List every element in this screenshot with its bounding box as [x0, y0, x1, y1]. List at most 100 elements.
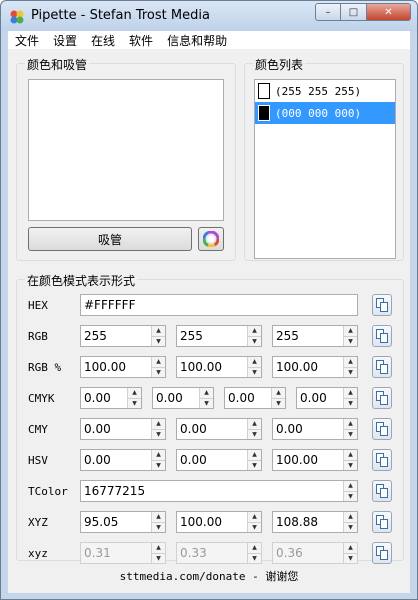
- xyz-small-x-value: 0.31: [84, 546, 111, 560]
- hsv-label: HSV: [28, 454, 48, 467]
- spin-buttons[interactable]: ▲ ▼: [151, 450, 165, 470]
- menu-help[interactable]: 信息和帮助: [160, 32, 234, 49]
- hsv-s-field[interactable]: 0.00 ▲ ▼: [176, 449, 262, 471]
- cmyk-y-value: 0.00: [228, 391, 255, 405]
- rgb-label: RGB: [28, 330, 48, 343]
- tcolor-field[interactable]: 16777215 ▲ ▼: [80, 480, 358, 502]
- cmyk-y-field[interactable]: 0.00 ▲ ▼: [224, 387, 286, 409]
- copy-rgb-pct-button[interactable]: [372, 356, 392, 378]
- rgb-pct-r-field[interactable]: 100.00 ▲ ▼: [80, 356, 166, 378]
- hsv-v-value: 100.00: [276, 453, 318, 467]
- spin-buttons[interactable]: ▲ ▼: [343, 357, 357, 377]
- copy-cmyk-button[interactable]: [372, 387, 392, 409]
- formats-group-title: 在颜色模式表示形式: [25, 272, 138, 289]
- spin-buttons[interactable]: ▲ ▼: [343, 419, 357, 439]
- donate-link[interactable]: sttmedia.com/donate - 谢谢您: [8, 568, 410, 584]
- spin-buttons[interactable]: ▲ ▼: [151, 326, 165, 346]
- pipette-button[interactable]: 吸管: [28, 227, 192, 251]
- main-panel: 颜色和吸管 吸管 颜色列表 (255 255 255) (000 000 000…: [8, 49, 410, 593]
- spin-buttons[interactable]: ▲ ▼: [247, 357, 261, 377]
- cmy-y-value: 0.00: [276, 422, 303, 436]
- spin-buttons[interactable]: ▲ ▼: [247, 512, 261, 532]
- spin-buttons[interactable]: ▲ ▼: [151, 419, 165, 439]
- menu-online[interactable]: 在线: [84, 32, 122, 49]
- spin-buttons[interactable]: ▲ ▼: [151, 512, 165, 532]
- close-button[interactable]: ✕: [367, 3, 411, 21]
- xyz-small-y-value: 0.33: [180, 546, 207, 560]
- copy-icon: [376, 360, 388, 374]
- cmy-c-value: 0.00: [84, 422, 111, 436]
- color-list-title: 颜色列表: [253, 56, 306, 73]
- spin-buttons[interactable]: ▲ ▼: [343, 388, 357, 408]
- copy-xyz-small-button[interactable]: [372, 542, 392, 564]
- color-preview-area[interactable]: [28, 79, 224, 221]
- xyz-z-field[interactable]: 108.88 ▲ ▼: [272, 511, 358, 533]
- copy-cmy-button[interactable]: [372, 418, 392, 440]
- rgb-pct-b-field[interactable]: 100.00 ▲ ▼: [272, 356, 358, 378]
- color-list[interactable]: (255 255 255) (000 000 000): [254, 79, 396, 259]
- spin-buttons[interactable]: ▲ ▼: [343, 512, 357, 532]
- cmyk-c-value: 0.00: [84, 391, 111, 405]
- rgb-g-field[interactable]: 255 ▲ ▼: [176, 325, 262, 347]
- spin-buttons[interactable]: ▲ ▼: [343, 326, 357, 346]
- cmyk-label: CMYK: [28, 392, 55, 405]
- spin-buttons[interactable]: ▲ ▼: [151, 357, 165, 377]
- xyz-small-y-field: 0.33 ▲ ▼: [176, 542, 262, 564]
- menu-bar: 文件 设置 在线 软件 信息和帮助: [8, 31, 410, 49]
- color-list-item[interactable]: (255 255 255): [255, 80, 395, 102]
- window-title: Pipette - Stefan Trost Media: [31, 8, 210, 23]
- minimize-button[interactable]: –: [315, 3, 341, 21]
- xyz-x-field[interactable]: 95.05 ▲ ▼: [80, 511, 166, 533]
- copy-rgb-button[interactable]: [372, 325, 392, 347]
- menu-file[interactable]: 文件: [8, 32, 46, 49]
- color-list-item-label: (000 000 000): [275, 106, 362, 120]
- spin-buttons[interactable]: ▲ ▼: [343, 450, 357, 470]
- rgb-pct-g-field[interactable]: 100.00 ▲ ▼: [176, 356, 262, 378]
- spin-buttons[interactable]: ▲ ▼: [343, 481, 357, 501]
- copy-icon: [376, 391, 388, 405]
- cmy-m-value: 0.00: [180, 422, 207, 436]
- copy-icon: [376, 546, 388, 560]
- cmy-c-field[interactable]: 0.00 ▲ ▼: [80, 418, 166, 440]
- cmy-y-field[interactable]: 0.00 ▲ ▼: [272, 418, 358, 440]
- xyz-small-label: xyz: [28, 547, 48, 560]
- spin-buttons[interactable]: ▲ ▼: [271, 388, 285, 408]
- color-swatch: [258, 83, 270, 99]
- copy-tcolor-button[interactable]: [372, 480, 392, 502]
- cmyk-c-field[interactable]: 0.00 ▲ ▼: [80, 387, 142, 409]
- menu-software[interactable]: 软件: [122, 32, 160, 49]
- cmy-label: CMY: [28, 423, 48, 436]
- rgb-b-field[interactable]: 255 ▲ ▼: [272, 325, 358, 347]
- spin-buttons[interactable]: ▲ ▼: [247, 419, 261, 439]
- color-list-item-selected[interactable]: (000 000 000): [255, 102, 395, 124]
- copy-icon: [376, 453, 388, 467]
- xyz-y-field[interactable]: 100.00 ▲ ▼: [176, 511, 262, 533]
- copy-xyz-button[interactable]: [372, 511, 392, 533]
- cmyk-m-field[interactable]: 0.00 ▲ ▼: [152, 387, 214, 409]
- spin-buttons[interactable]: ▲ ▼: [247, 450, 261, 470]
- hsv-v-field[interactable]: 100.00 ▲ ▼: [272, 449, 358, 471]
- rgb-pct-label: RGB %: [28, 361, 62, 374]
- pipette-app-icon: [10, 10, 24, 24]
- rgb-pct-r-value: 100.00: [84, 360, 126, 374]
- xyz-y-value: 100.00: [180, 515, 222, 529]
- rgb-r-field[interactable]: 255 ▲ ▼: [80, 325, 166, 347]
- spin-buttons[interactable]: ▲ ▼: [199, 388, 213, 408]
- spin-buttons[interactable]: ▲ ▼: [247, 326, 261, 346]
- hsv-h-field[interactable]: 0.00 ▲ ▼: [80, 449, 166, 471]
- hex-field[interactable]: #FFFFFF: [80, 294, 358, 316]
- cmyk-k-field[interactable]: 0.00 ▲ ▼: [296, 387, 358, 409]
- color-wheel-button[interactable]: [198, 227, 224, 251]
- copy-hex-button[interactable]: [372, 294, 392, 316]
- copy-hsv-button[interactable]: [372, 449, 392, 471]
- title-bar[interactable]: Pipette - Stefan Trost Media – □ ✕: [1, 1, 417, 31]
- maximize-button[interactable]: □: [341, 3, 367, 21]
- spin-buttons[interactable]: ▲ ▼: [127, 388, 141, 408]
- hex-value: #FFFFFF: [84, 298, 136, 312]
- tcolor-label: TColor: [28, 485, 68, 498]
- spin-buttons: ▲ ▼: [151, 543, 165, 563]
- xyz-label: XYZ: [28, 516, 48, 529]
- picker-group-title: 颜色和吸管: [25, 56, 90, 73]
- cmy-m-field[interactable]: 0.00 ▲ ▼: [176, 418, 262, 440]
- menu-settings[interactable]: 设置: [46, 32, 84, 49]
